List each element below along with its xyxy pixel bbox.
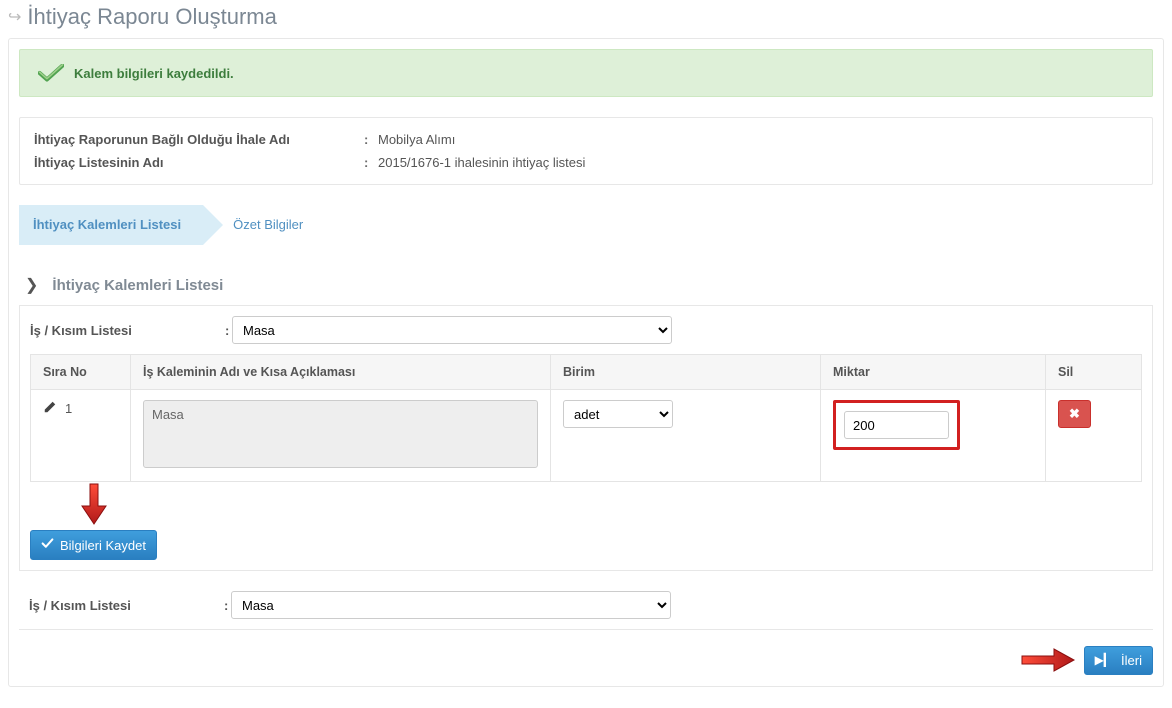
col-header-aciklama: İş Kaleminin Adı ve Kısa Açıklaması — [131, 355, 551, 390]
info-value-liste: 2015/1676-1 ihalesinin ihtiyaç listesi — [378, 155, 585, 170]
info-label-ihale: İhtiyaç Raporunun Bağlı Olduğu İhale Adı — [34, 132, 364, 147]
annotation-arrow-right-icon — [1020, 644, 1076, 676]
info-label-liste: İhtiyaç Listesinin Adı — [34, 155, 364, 170]
save-button[interactable]: Bilgileri Kaydet — [30, 530, 157, 560]
alert-message: Kalem bilgileri kaydedildi. — [74, 66, 234, 81]
edit-icon[interactable] — [43, 400, 57, 417]
save-button-label: Bilgileri Kaydet — [60, 538, 146, 553]
wizard-steps: İhtiyaç Kalemleri Listesi Özet Bilgiler — [19, 205, 1153, 245]
cell-aciklama-input[interactable]: Masa — [143, 400, 538, 468]
page-title: İhtiyaç Raporu Oluşturma — [27, 4, 276, 30]
section-title: İhtiyaç Kalemleri Listesi — [52, 277, 223, 294]
panel-body: İş / Kısım Listesi : Masa Sıra No İş Kal… — [19, 305, 1153, 571]
col-header-birim: Birim — [551, 355, 821, 390]
breadcrumb-arrow-icon: ↪ — [8, 7, 21, 27]
next-button-label: İleri — [1121, 653, 1142, 668]
annotation-arrow-down-icon — [80, 482, 108, 526]
content-frame: Kalem bilgileri kaydedildi. İhtiyaç Rapo… — [8, 38, 1164, 687]
info-value-ihale: Mobilya Alımı — [378, 132, 455, 147]
check-icon — [41, 537, 54, 553]
next-button[interactable]: ▶▎ İleri — [1084, 646, 1153, 675]
items-table: Sıra No İş Kaleminin Adı ve Kısa Açıklam… — [30, 354, 1142, 482]
check-icon — [34, 64, 68, 82]
cell-birim-select[interactable]: adet — [563, 400, 673, 428]
cell-miktar-input[interactable] — [844, 411, 949, 439]
kisim-label-bottom: İş / Kısım Listesi — [29, 598, 224, 613]
kisim-select-bottom[interactable]: Masa — [231, 591, 671, 619]
kisim-select-top[interactable]: Masa — [232, 316, 672, 344]
col-header-sil: Sil — [1046, 355, 1142, 390]
highlight-box — [833, 400, 960, 450]
cell-sira: 1 — [65, 401, 72, 416]
close-icon: ✖ — [1069, 406, 1080, 422]
wizard-step-kalemler[interactable]: İhtiyaç Kalemleri Listesi — [19, 205, 203, 245]
delete-row-button[interactable]: ✖ — [1058, 400, 1091, 428]
kisim-label-top: İş / Kısım Listesi — [30, 323, 225, 338]
chevron-right-icon[interactable]: ❯ — [25, 275, 38, 295]
info-panel: İhtiyaç Raporunun Bağlı Olduğu İhale Adı… — [19, 117, 1153, 185]
forward-icon: ▶▎ — [1095, 653, 1113, 667]
alert-success: Kalem bilgileri kaydedildi. — [19, 49, 1153, 97]
wizard-step-ozet[interactable]: Özet Bilgiler — [203, 205, 325, 245]
col-header-miktar: Miktar — [821, 355, 1046, 390]
col-header-sira: Sıra No — [31, 355, 131, 390]
table-row: 1 Masa adet — [31, 390, 1142, 482]
